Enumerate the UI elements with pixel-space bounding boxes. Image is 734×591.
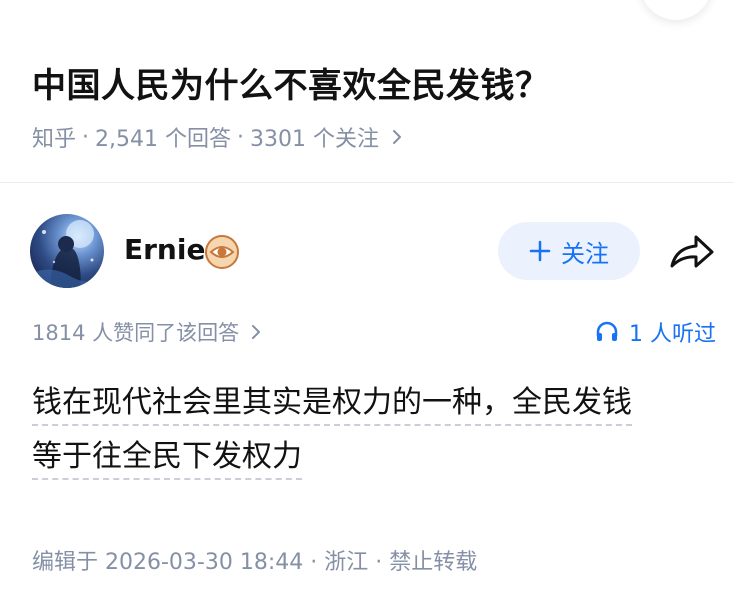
chevron-right-icon	[392, 130, 401, 144]
chevron-right-icon	[252, 325, 261, 339]
follower-count: 3301 个关注	[250, 127, 379, 152]
follow-button-label: 关注	[561, 239, 609, 268]
share-arrow-icon[interactable]	[668, 232, 716, 272]
answer-count: 2,541 个回答	[95, 127, 231, 152]
vote-count: 1814 人赞同了该回答	[32, 321, 240, 345]
listen-count: 1 人听过	[629, 322, 716, 347]
section-divider	[0, 182, 734, 183]
author-avatar[interactable]	[30, 214, 104, 288]
author-name[interactable]: Ernie	[124, 233, 205, 266]
question-title[interactable]: 中国人民为什么不喜欢全民发钱？	[32, 58, 550, 107]
floating-action-button[interactable]	[640, 0, 712, 20]
eye-badge-icon	[205, 235, 239, 269]
follow-button[interactable]: 关注	[498, 222, 640, 280]
headphones-icon	[596, 321, 618, 341]
answer-content[interactable]: 钱在现代社会里其实是权力的一种，全民发钱 等于往全民下发权力	[32, 378, 722, 486]
meta-separator: ·	[237, 124, 244, 150]
question-meta[interactable]: 知乎 · 2,541 个回答 · 3301 个关注	[32, 120, 405, 154]
answer-line: 等于往全民下发权力	[32, 436, 302, 480]
source-label: 知乎	[32, 127, 77, 152]
listen-summary[interactable]: 1 人听过	[595, 316, 716, 348]
edit-info: 编辑于 2026-03-30 18:44 · 浙江 · 禁止转载	[32, 550, 478, 575]
plus-icon	[529, 240, 551, 262]
vote-summary[interactable]: 1814 人赞同了该回答	[32, 316, 263, 348]
avatar-image	[30, 220, 104, 288]
answer-line: 钱在现代社会里其实是权力的一种，全民发钱	[32, 382, 632, 426]
meta-separator: ·	[82, 124, 90, 150]
